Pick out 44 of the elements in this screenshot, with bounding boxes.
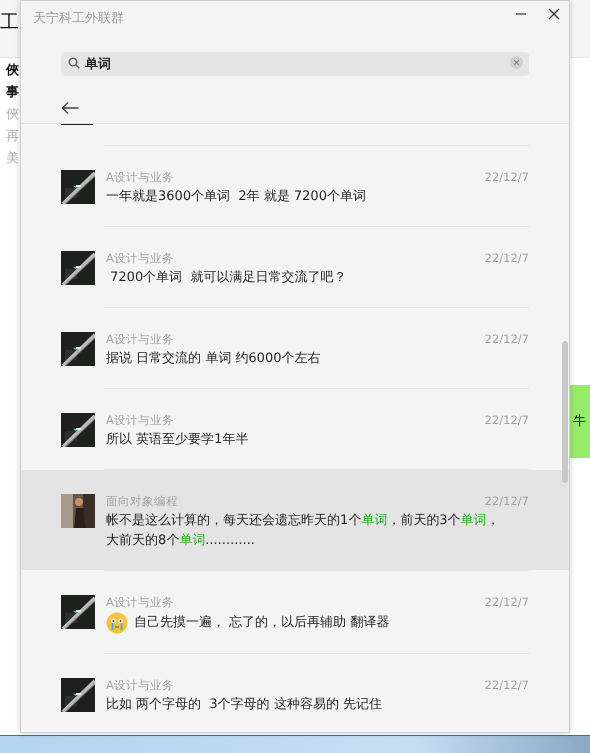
search-result[interactable]: A设计与业务 22/12/7 自己先摸一遍， 忘了的，以后再辅助 翻译器 (21, 571, 569, 653)
sender-name: A设计与业务 (106, 677, 174, 693)
crying-emoji-icon (106, 612, 128, 634)
scrollbar-thumb[interactable] (562, 341, 568, 483)
message-date: 22/12/7 (484, 412, 529, 428)
message-date: 22/12/7 (484, 250, 529, 266)
clear-icon[interactable] (510, 56, 523, 69)
message-text: 据说 日常交流的 单词 约6000个左右 (106, 350, 320, 368)
message-date: 22/12/7 (484, 677, 529, 693)
search-result[interactable]: A设计与业务 22/12/7 7200个单词 就可以满足日常交流了吧？ (21, 227, 569, 307)
sender-name: A设计与业务 (106, 331, 174, 347)
sender-name: A设计与业务 (106, 412, 174, 428)
search-result[interactable]: A设计与业务 22/12/7 所以 英语至少要学1年半 (21, 389, 569, 469)
message-text: 所以 英语至少要学1年半 (106, 431, 248, 449)
search-result[interactable]: A设计与业务 22/12/7 一年就是3600个单词 2年 就是 7200个单词 (21, 146, 569, 226)
message-date: 22/12/7 (484, 594, 529, 610)
message-date: 22/12/7 (484, 493, 529, 509)
message-text: 自己先摸一遍， 忘了的，以后再辅助 翻译器 (134, 614, 390, 632)
message-date: 22/12/7 (484, 331, 529, 347)
sender-name: 面向对象编程 (106, 493, 178, 509)
back-arrow-icon[interactable] (61, 101, 79, 115)
message-text: 帐不是这么计算的，每天还会遗忘昨天的1个单词，前天的3个单词，大前天的8个单词............ (106, 512, 501, 550)
message-text: 比如 两个字母的 3个字母的 这种容易的 先记住 (106, 696, 382, 714)
avatar-edge (61, 124, 93, 125)
search-result[interactable]: A设计与业务 22/12/7 据说 日常交流的 单词 约6000个左右 (21, 308, 569, 388)
window-title-fragment: 工 (0, 10, 19, 34)
sender-name: A设计与业务 (106, 594, 174, 610)
search-result[interactable]: 面向对象编程 22/12/7 帐不是这么计算的，每天还会遗忘昨天的1个单词，前天的3个单词，大前天的8个单词............ (21, 470, 569, 570)
text-fragment: 美 (6, 150, 20, 168)
search-icon (68, 57, 80, 69)
text-fragment: 事 (6, 84, 20, 102)
sender-name: A设计与业务 (106, 250, 174, 266)
message-text: 一年就是3600个单词 2年 就是 7200个单词 (106, 188, 366, 206)
search-field[interactable]: 单词 (61, 52, 529, 76)
message-date: 22/12/7 (484, 169, 529, 185)
close-icon[interactable] (548, 8, 560, 20)
window-title: 天宁科工外联群 (33, 10, 124, 28)
message-fragment: 牛 (573, 412, 586, 431)
text-fragment: 俠 (6, 62, 20, 80)
sender-name: A设计与业务 (106, 169, 174, 185)
search-result[interactable]: A设计与业务 22/12/7 比如 两个字母的 3个字母的 这种容易的 先记住 (21, 654, 569, 732)
text-fragment: 再 (6, 128, 20, 146)
text-fragment: 俠 (6, 106, 20, 124)
message-text: 7200个单词 就可以满足日常交流了吧？ (109, 269, 346, 287)
